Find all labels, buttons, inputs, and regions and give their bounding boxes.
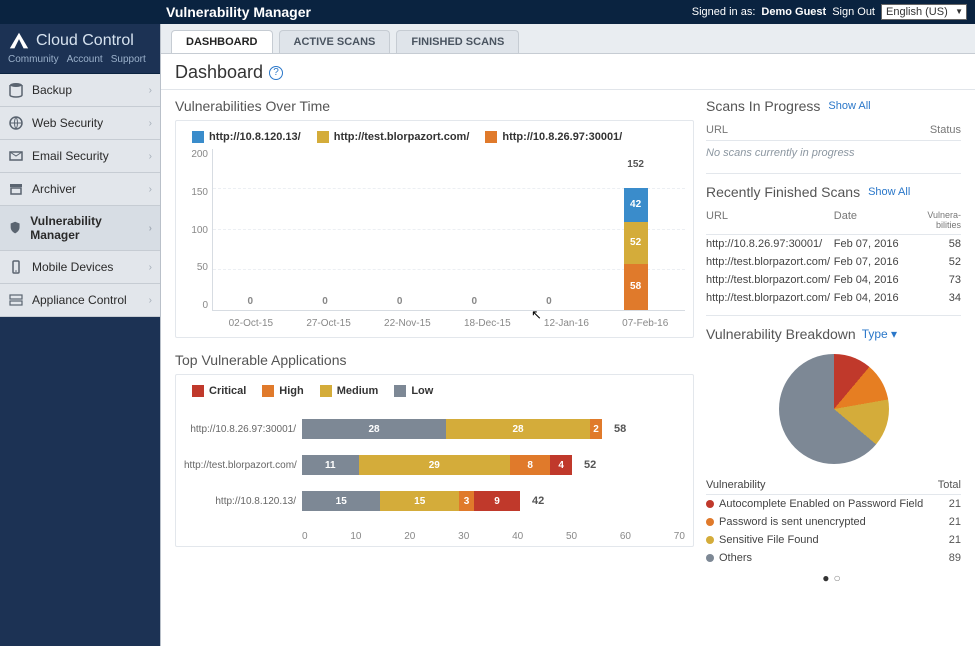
chevron-right-icon: › [149,262,152,273]
legend-item[interactable]: http://10.8.26.97:30001/ [485,131,622,143]
sidebar-item-label: Mobile Devices [32,260,113,274]
vb-row[interactable]: Others89 [706,549,961,567]
sidebar-item-label: Appliance Control [32,293,127,307]
tva-row: http://test.blorpazort.com/ 11 29 8 4 52 [184,455,685,475]
bar-segment: 52 [624,222,648,264]
legend-item[interactable]: Medium [320,385,379,397]
color-dot-icon [706,500,714,508]
sidebar-item-appliance-control[interactable]: Appliance Control › [0,284,160,317]
brand-name: Cloud Control [36,32,134,50]
archive-icon [8,181,24,197]
chevron-right-icon: › [149,295,152,306]
swatch-icon [394,385,406,397]
vb-row[interactable]: Sensitive File Found21 [706,531,961,549]
swatch-icon [320,385,332,397]
sidebar-item-label: Email Security [32,149,109,163]
chevron-right-icon: › [149,85,152,96]
chevron-right-icon: › [149,151,152,162]
vot-title: Vulnerabilities Over Time [175,98,694,114]
server-icon [8,292,24,308]
language-select[interactable]: English (US) [881,4,967,20]
top-bar: Vulnerability Manager Signed in as: Demo… [0,0,975,24]
legend-item[interactable]: Critical [192,385,246,397]
legend-item[interactable]: Low [394,385,433,397]
pie-chart [779,354,889,464]
sidebar-item-archiver[interactable]: Archiver › [0,173,160,206]
swatch-icon [192,131,204,143]
tab-dashboard[interactable]: DASHBOARD [171,30,273,53]
breakdown-type-dropdown[interactable]: Type [862,327,897,341]
sidebar-item-label: Backup [32,83,72,97]
legend-item[interactable]: http://test.blorpazort.com/ [317,131,470,143]
swatch-icon [317,131,329,143]
tva-title: Top Vulnerable Applications [175,352,694,368]
legend-item[interactable]: http://10.8.120.13/ [192,131,301,143]
pager-dots[interactable]: ●○ [706,567,961,585]
scans-progress-title: Scans In Progress [706,98,820,114]
tabs-bar: DASHBOARD ACTIVE SCANS FINISHED SCANS [161,24,975,54]
sidebar-item-web-security[interactable]: Web Security › [0,107,160,140]
globe-icon [8,115,24,131]
tva-chart: Critical High Medium Low http://10.8.26.… [175,374,694,547]
chevron-right-icon: › [149,223,152,234]
sidebar-item-mobile-devices[interactable]: Mobile Devices › [0,251,160,284]
phone-icon [8,259,24,275]
tva-row: http://10.8.26.97:30001/ 28 28 2 58 [184,419,685,439]
sidebar-item-backup[interactable]: Backup › [0,74,160,107]
shield-icon [8,220,22,236]
sign-out-link[interactable]: Sign Out [832,6,875,18]
vot-chart: http://10.8.120.13/ http://test.blorpazo… [175,120,694,338]
bar-segment: 42 [624,188,648,222]
recent-scans-title: Recently Finished Scans [706,184,860,200]
envelope-icon [8,148,24,164]
sidebar-item-email-security[interactable]: Email Security › [0,140,160,173]
vb-row[interactable]: Password is sent unencrypted21 [706,513,961,531]
support-link[interactable]: Support [111,54,146,65]
page-title: Dashboard [175,62,263,83]
sidebar-item-label: Vulnerability Manager [30,214,140,242]
swatch-icon [192,385,204,397]
swatch-icon [485,131,497,143]
help-icon[interactable]: ? [269,66,283,80]
tab-active-scans[interactable]: ACTIVE SCANS [279,30,391,53]
signed-in-user[interactable]: Demo Guest [761,6,826,18]
bar-segment: 58 [624,264,648,310]
signed-in-prefix: Signed in as: [692,6,756,18]
sidebar: Cloud Control Community Account Support … [0,24,160,646]
table-row[interactable]: http://test.blorpazort.com/Feb 04, 20167… [706,271,961,289]
legend-item[interactable]: High [262,385,303,397]
color-dot-icon [706,536,714,544]
sidebar-item-label: Web Security [32,116,103,130]
app-title: Vulnerability Manager [166,4,311,20]
sidebar-item-vulnerability-manager[interactable]: Vulnerability Manager › [0,206,160,251]
swatch-icon [262,385,274,397]
table-row[interactable]: http://10.8.26.97:30001/Feb 07, 201658 [706,235,961,253]
show-all-link[interactable]: Show All [868,186,910,198]
vb-title: Vulnerability Breakdown [706,326,856,342]
database-icon [8,82,24,98]
chevron-right-icon: › [149,118,152,129]
community-link[interactable]: Community [8,54,59,65]
brand-logo-icon [8,30,30,52]
show-all-link[interactable]: Show All [828,100,870,112]
table-row[interactable]: http://test.blorpazort.com/Feb 07, 20165… [706,253,961,271]
empty-state: No scans currently in progress [706,141,961,165]
tab-finished-scans[interactable]: FINISHED SCANS [396,30,519,53]
account-link[interactable]: Account [67,54,103,65]
chevron-right-icon: › [149,184,152,195]
brand-sublinks: Community Account Support [0,54,160,74]
brand[interactable]: Cloud Control [0,24,160,54]
sidebar-item-label: Archiver [32,182,76,196]
tva-row: http://10.8.120.13/ 15 15 3 9 42 [184,491,685,511]
color-dot-icon [706,554,714,562]
vb-row[interactable]: Autocomplete Enabled on Password Field21 [706,495,961,513]
bar-total: 152 [627,159,644,170]
table-row[interactable]: http://test.blorpazort.com/Feb 04, 20163… [706,289,961,307]
color-dot-icon [706,518,714,526]
